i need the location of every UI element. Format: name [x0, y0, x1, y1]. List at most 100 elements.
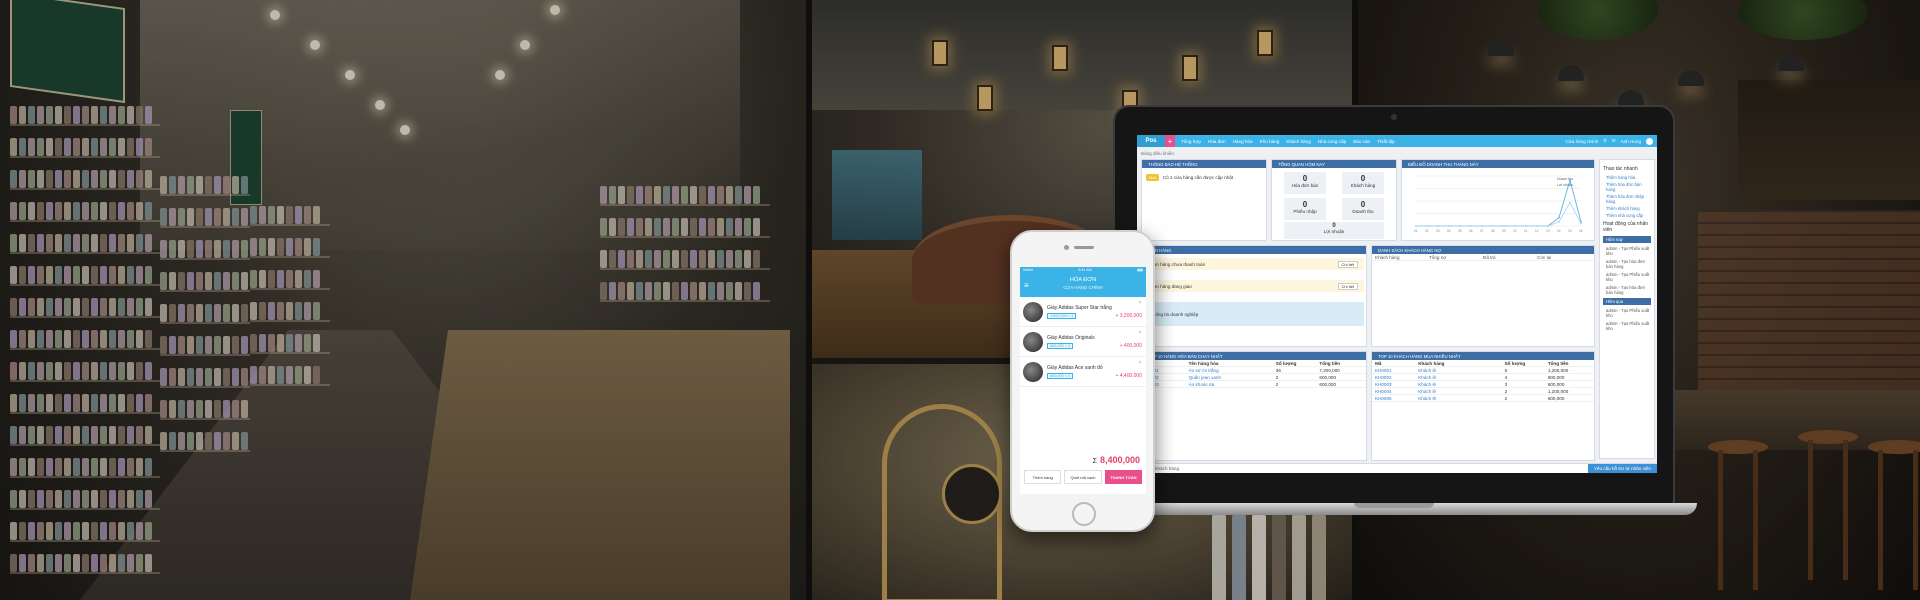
price-qty-tag[interactable]: 1,800,000 × 1 — [1047, 312, 1077, 319]
products-header-row: Mã Tên hàng hóa Số lượng Tổng tiền — [1142, 360, 1366, 367]
lantern — [977, 85, 993, 111]
search-icon[interactable]: ⚲ — [1603, 138, 1606, 144]
debts-box: DANH SÁCH KHÁCH HÀNG NỢ Khách hàng Tổng … — [1371, 245, 1595, 347]
data-point[interactable] — [1448, 225, 1450, 227]
table-row[interactable]: SP003Áo khoác da2600,000 — [1142, 381, 1366, 388]
table-row[interactable]: KH0005 Khách lẻ 2 600,000 — [1372, 395, 1594, 402]
table-row[interactable]: KH0003 Khách lẻ 3 600,000 — [1372, 381, 1594, 388]
home-button[interactable] — [1072, 502, 1096, 526]
price-qty-tag[interactable]: 800,000 × 2 — [1047, 342, 1074, 349]
data-point[interactable] — [1459, 225, 1461, 227]
series-line — [1416, 201, 1582, 227]
quick-action-link[interactable]: Thêm hóa đơn nhập hàng — [1606, 194, 1651, 204]
scan-barcode-button[interactable]: Quét mã vạch — [1064, 470, 1102, 484]
top-products-box: TOP 10 HÀNG HÓA BÁN CHẠY NHẤT Mã Tên hàn… — [1141, 351, 1367, 461]
x-tick-label: 05 — [1458, 229, 1462, 233]
quick-action-link[interactable]: Thêm khách hàng — [1606, 206, 1651, 211]
kpi-card: 0 Doanh thu — [1342, 198, 1384, 220]
col-header: Số lượng — [1504, 360, 1526, 366]
remove-icon[interactable]: ✕ — [1138, 300, 1142, 306]
product-thumbnail — [1023, 301, 1043, 322]
nav-item[interactable]: Nhà cung cấp — [1318, 139, 1346, 144]
hanging-plant — [1738, 0, 1868, 40]
nav-item[interactable]: Hóa đơn — [1208, 139, 1226, 144]
price-qty-tag[interactable]: 800,000 × 1 — [1047, 372, 1074, 379]
x-tick-label: 04 — [1447, 229, 1451, 233]
order-notice[interactable]: Đơn hàng đang giao Chi tiết — [1146, 280, 1364, 292]
table-row[interactable]: SP001Áo sơ mi trắng367,200,000 — [1142, 367, 1366, 374]
store-name[interactable]: CỬA HÀNG CHÍNH — [1020, 285, 1146, 290]
data-point[interactable] — [1558, 221, 1560, 223]
breadcrumb: Bảng điều khiển — [1141, 150, 1174, 156]
details-button[interactable]: Chi tiết — [1337, 282, 1358, 290]
remove-icon[interactable]: ✕ — [1138, 360, 1142, 366]
order-notice[interactable]: Đơn hàng chưa thanh toán Chi tiết — [1146, 258, 1364, 270]
invoice-item[interactable]: Giày Adidas Super Star trắng 1,800,000 ×… — [1020, 297, 1146, 327]
kpi-card: 0 Lợi nhuận — [1284, 222, 1384, 239]
user-name[interactable]: Anh Hung — [1621, 139, 1641, 144]
col-header: Khách hàng — [1375, 254, 1400, 260]
table-cell: 1,200,000 — [1547, 388, 1569, 394]
support-button[interactable]: Yêu cầu hỗ trợ từ nhân viên — [1587, 463, 1657, 473]
top-customers-box: TOP 10 KHÁCH HÀNG MUA NHIỀU NHẤT Mã Khác… — [1371, 351, 1595, 461]
data-point[interactable] — [1437, 225, 1439, 227]
details-button[interactable]: Chi tiết — [1337, 260, 1358, 268]
quick-action-link[interactable]: Thêm hàng hóa — [1606, 175, 1651, 180]
invoice-item[interactable]: Giày Adidas Originals 800,000 × 2 ✕ + 40… — [1020, 327, 1146, 357]
top-nav-right: Cửa hàng chính ⚲ ✉ Anh Hung — [1565, 137, 1657, 145]
add-item-button[interactable]: Thêm hàng — [1024, 470, 1062, 484]
table-row[interactable]: KH0001 Khách lẻ 6 1,200,000 — [1372, 367, 1594, 374]
nav-item[interactable]: Khách hàng — [1286, 139, 1311, 144]
data-point[interactable] — [1569, 201, 1571, 204]
nav-item[interactable]: Tổng hợp — [1181, 139, 1201, 144]
nav-item[interactable]: Kho hàng — [1260, 139, 1280, 144]
checkout-button[interactable]: THANH TOÁN — [1104, 470, 1142, 484]
data-point[interactable] — [1503, 225, 1505, 227]
table-cell: Áo sơ mi trắng — [1188, 367, 1219, 373]
quick-action-link[interactable]: Thêm hóa đơn bán hàng — [1606, 182, 1651, 192]
avatar[interactable] — [1646, 137, 1653, 145]
table-cell: 1,200,000 — [1547, 367, 1569, 373]
business-info[interactable]: Thông tin doanh nghiệp — [1146, 302, 1364, 326]
data-point[interactable] — [1580, 222, 1582, 225]
quick-action-link[interactable]: Thêm nhà cung cấp — [1606, 213, 1651, 218]
phone-camera — [1064, 245, 1069, 250]
kpi-value: 0 — [1302, 174, 1308, 183]
clothes-rack — [1312, 514, 1326, 600]
battery-icon: ▮▮▮ — [1137, 268, 1143, 272]
order-notice-text: Đơn hàng đang giao — [1150, 283, 1192, 289]
data-point[interactable] — [1492, 225, 1494, 227]
store-sign — [10, 0, 125, 104]
data-point[interactable] — [1415, 225, 1417, 227]
store-select[interactable]: Cửa hàng chính — [1565, 139, 1598, 144]
nav-item[interactable]: Thiết lập — [1377, 139, 1395, 144]
nav-item[interactable]: Hàng hóa — [1233, 139, 1253, 144]
data-point[interactable] — [1514, 225, 1516, 227]
hero-banner: Pos + Tổng hợp Hóa đơn Hàng hóa Kho hàng Khá… — [0, 0, 1920, 600]
kpi-value: 0 — [1302, 200, 1308, 209]
data-point[interactable] — [1536, 225, 1538, 227]
remove-icon[interactable]: ✕ — [1138, 330, 1142, 336]
table-row[interactable]: KH0002 Khách lẻ 4 800,000 — [1372, 374, 1594, 381]
product-thumbnail — [1023, 361, 1043, 382]
brand-logo[interactable]: Pos — [1137, 135, 1165, 147]
data-point[interactable] — [1547, 225, 1549, 227]
quick-add-button[interactable]: + — [1165, 135, 1175, 147]
nav-menu: Tổng hợp Hóa đơn Hàng hóa Kho hàng Khách hàn… — [1181, 139, 1395, 144]
data-point[interactable] — [1558, 216, 1560, 219]
data-point[interactable] — [1481, 225, 1483, 227]
table-cell: 600,000 — [1319, 374, 1336, 380]
nav-item[interactable]: Báo cáo — [1353, 139, 1370, 144]
invoice-item[interactable]: Giày Adidas Ace xanh đỏ 800,000 × 1 ✕ + … — [1020, 357, 1146, 387]
col-header: Tổng tiền — [1319, 360, 1341, 366]
table-row[interactable]: KH0004 Khách lẻ 2 1,200,000 — [1372, 388, 1594, 395]
phone-mockup: Viettel 9:41 AM ▮▮▮ ≡ HÓA ĐƠN CỬA HÀNG C… — [1010, 230, 1155, 532]
table-row[interactable]: SP002Quần jean xanh2600,000 — [1142, 374, 1366, 381]
table-cell: 36 — [1275, 367, 1281, 373]
notice-text[interactable]: Có 1 cửa hàng cần được cập nhật — [1163, 175, 1233, 180]
data-point[interactable] — [1426, 225, 1428, 227]
data-point[interactable] — [1525, 225, 1527, 227]
data-point[interactable] — [1470, 225, 1472, 227]
new-badge: Mới — [1146, 174, 1159, 181]
bell-icon[interactable]: ✉ — [1612, 138, 1616, 144]
